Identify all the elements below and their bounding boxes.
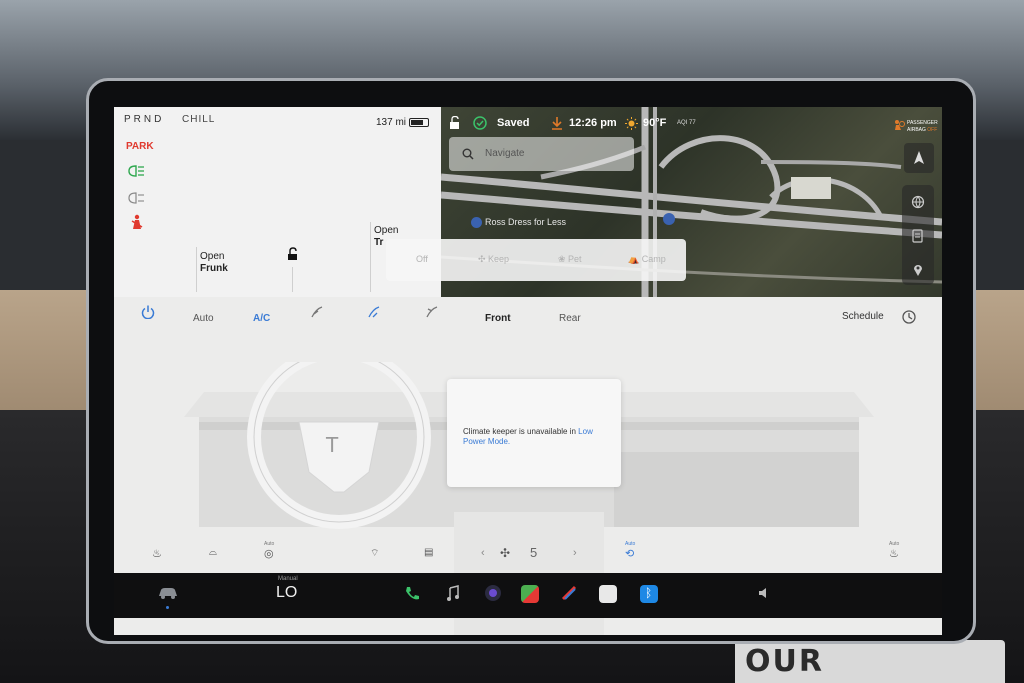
calendar-icon[interactable] [599, 585, 617, 603]
climate-keeper-notice: Climate keeper is unavailable in Low Pow… [447, 379, 621, 487]
park-indicator: PARK [126, 141, 154, 152]
search-icon [462, 148, 474, 160]
globe-icon[interactable] [911, 195, 925, 209]
battery-icon [409, 118, 429, 127]
aqi: AQI 77 [677, 120, 696, 126]
map-controls [902, 185, 934, 285]
mode-pet[interactable]: ❀ Pet [558, 254, 582, 265]
saved-check-icon [473, 116, 487, 130]
schedule-button[interactable]: Schedule [842, 311, 884, 322]
airflow-feet-icon[interactable] [367, 305, 381, 319]
car-icon[interactable] [157, 586, 179, 600]
airflow-windshield-icon[interactable] [425, 305, 439, 319]
sun-icon [625, 117, 638, 130]
open-frunk-label-1: Open [200, 251, 225, 262]
download-icon[interactable] [551, 116, 563, 130]
keeper-message: Climate keeper is unavailable in Low Pow… [463, 427, 608, 447]
airbag-state-line: AIRBAG OFF [907, 127, 938, 134]
airbag-label: PASSENGER [907, 120, 938, 126]
mode-pet-label: Pet [568, 254, 582, 264]
charger-icon[interactable] [912, 229, 924, 243]
seat-heater-right-icon[interactable]: ♨ [889, 547, 899, 560]
recirculation-icon[interactable]: ⟲ [625, 547, 634, 560]
tent-icon: ⛺ [628, 254, 642, 264]
unlock-icon[interactable] [285, 247, 299, 261]
keeper-text: Climate keeper is unavailable in [463, 427, 579, 436]
mode-camp[interactable]: ⛺ Camp [628, 254, 666, 265]
bluetooth-icon[interactable]: ᛒ [640, 585, 658, 603]
airflow-face-icon[interactable] [310, 305, 324, 319]
location-pin-icon[interactable] [912, 263, 924, 277]
status-bar: Saved 12:26 pm 90°F AQI 77 PASSENGER AIR… [441, 107, 942, 141]
power-icon[interactable] [141, 305, 155, 319]
svg-text:T: T [325, 433, 339, 457]
fan-speed-icon: ✣ [500, 546, 511, 560]
drive-mode[interactable]: CHILL [182, 114, 215, 125]
camera-icon[interactable] [484, 584, 502, 602]
fan-speed-value: 5 [530, 545, 538, 560]
touchscreen: PRND CHILL 137 mi PARK Open Frunk Open T… [114, 107, 942, 635]
poi-label: Ross Dress for Less [485, 217, 567, 227]
divider [196, 247, 197, 292]
steering-heater-icon[interactable]: ◎ [264, 547, 274, 560]
temp-mode-label: Manual [278, 576, 298, 582]
compass-icon [914, 151, 924, 164]
clock-icon[interactable] [902, 310, 916, 324]
mode-keep-label: Keep [488, 254, 510, 264]
auto-button[interactable]: Auto [193, 313, 214, 324]
outside-temperature: 90°F [643, 117, 667, 129]
open-frunk-label-2: Frunk [200, 263, 228, 274]
fan-icon: ✣ [478, 254, 489, 264]
climate-keeper-mode-bar: Off ✣ Keep ❀ Pet ⛺ Camp [386, 239, 686, 281]
rear-window-defrost-icon[interactable]: ▤ [424, 547, 433, 558]
mode-keep[interactable]: ✣ Keep [478, 254, 509, 265]
fan-decrease-button[interactable]: ‹ [481, 547, 485, 559]
auto-headlight-icon [128, 192, 144, 204]
airbag-icon [895, 120, 905, 130]
open-trunk-label-1: Open [374, 225, 399, 236]
clock: 12:26 pm [569, 117, 617, 129]
phone-icon[interactable] [403, 585, 421, 603]
range-readout: 137 mi [376, 117, 407, 128]
airbag-state: OFF [927, 127, 938, 133]
airbag-prefix: AIRBAG [907, 127, 928, 133]
mode-off[interactable]: Off [416, 254, 428, 264]
fan-increase-button[interactable]: › [573, 547, 577, 559]
front-defrost-icon[interactable]: ⌔ [370, 547, 379, 560]
active-indicator [166, 606, 169, 609]
mode-camp-label: Camp [641, 254, 666, 264]
gear-selector: PRND [124, 114, 165, 125]
seat-heater-left-icon[interactable]: ♨ [152, 547, 162, 560]
headlight-icon [128, 165, 144, 177]
ac-button[interactable]: A/C [253, 313, 270, 324]
lock-open-icon[interactable] [449, 116, 461, 130]
seatbelt-warning-icon [131, 214, 143, 229]
paw-icon: ❀ [558, 254, 569, 264]
divider [292, 267, 293, 292]
poi-pin-icon [471, 217, 482, 229]
saved-status: Saved [497, 117, 530, 129]
divider [370, 222, 371, 292]
map-poi[interactable]: Ross Dress for Less [471, 217, 567, 229]
games-icon[interactable] [521, 585, 539, 603]
tab-front[interactable]: Front [485, 313, 511, 324]
open-frunk-button[interactable]: Open Frunk [200, 251, 228, 275]
background-sign: OUR BUSINESS [735, 640, 1005, 683]
rear-defrost-icon[interactable]: ⌓ [209, 547, 217, 558]
passenger-airbag-status: PASSENGER AIRBAG OFF [907, 120, 938, 134]
compass-button[interactable] [904, 143, 934, 173]
tab-rear[interactable]: Rear [559, 313, 581, 324]
cabin-temp-value[interactable]: LO [276, 584, 297, 602]
navigate-search-box[interactable]: Navigate [449, 137, 634, 171]
music-icon[interactable] [445, 585, 461, 603]
toybox-icon[interactable] [560, 584, 578, 602]
volume-icon[interactable] [758, 587, 772, 599]
navigate-placeholder: Navigate [485, 148, 525, 159]
